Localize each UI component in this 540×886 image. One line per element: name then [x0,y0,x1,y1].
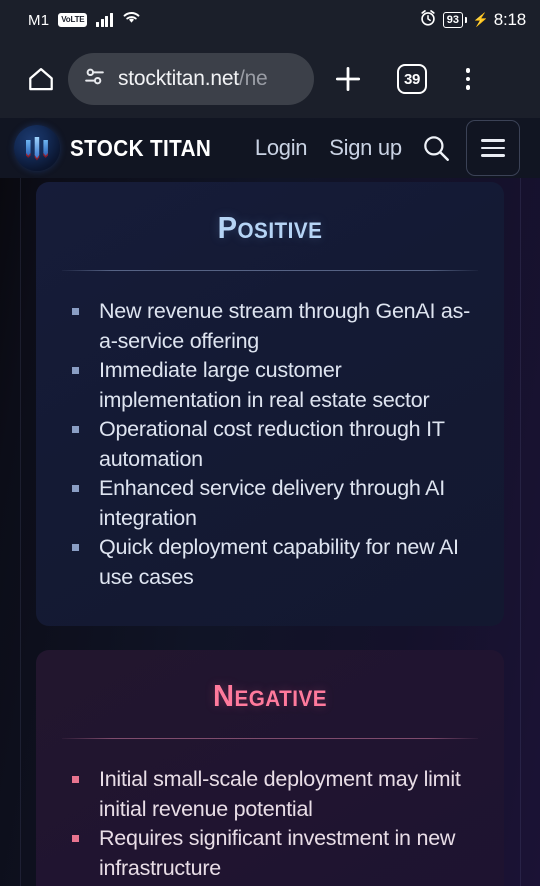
wifi-icon [122,10,141,30]
hamburger-line [480,139,505,142]
status-bar-right: 93 ⚡ 8:18 [419,9,526,32]
negative-card-title: Negative [212,678,328,713]
url-text[interactable]: stocktitan.net/ne [118,67,268,91]
list-item: Operational cost reduction through IT au… [72,415,478,474]
url-bar[interactable]: stocktitan.net/ne [68,53,314,105]
negative-bullet-list: Initial small-scale deployment may limit… [72,765,478,883]
battery-tip [464,17,467,23]
search-button[interactable] [420,132,452,164]
signup-link[interactable]: Sign up [329,135,402,161]
battery-icon: 93 [442,12,467,28]
url-domain: stocktitan.net [118,67,239,90]
tab-switcher-button[interactable]: 39 [382,64,442,94]
negative-card: Negative Initial small-scale deployment … [36,650,504,886]
list-item: Enhanced service delivery through AI int… [72,474,478,533]
hamburger-line [480,154,505,157]
list-item: Initial small-scale deployment may limit… [72,765,478,824]
tab-count-badge[interactable]: 39 [397,64,427,94]
carrier-label: M1 [28,11,50,29]
site-header: STOCK TITAN Login Sign up [0,118,540,178]
nav-links: Login Sign up [255,135,402,161]
brand-name[interactable]: STOCK TITAN [70,135,211,162]
status-bar-left: M1 VoLTE [28,10,141,30]
signal-strength-icon [96,13,113,27]
list-item: Quick deployment capability for new AI u… [72,533,478,592]
login-link[interactable]: Login [255,135,308,161]
list-item: Requires significant investment in new i… [72,824,478,883]
page-content: Positive New revenue stream through GenA… [0,178,540,886]
positive-card: Positive New revenue stream through GenA… [36,182,504,626]
positive-divider [62,270,478,271]
negative-divider [62,738,478,739]
list-item: New revenue stream through GenAI as-a-se… [72,297,478,356]
list-item: Immediate large customer implementation … [72,356,478,415]
stock-titan-logo-icon [14,125,60,171]
alarm-icon [419,9,437,32]
site-settings-icon[interactable] [82,64,107,94]
overflow-menu-icon[interactable] [465,68,471,90]
status-bar: M1 VoLTE 93 ⚡ 8:18 [0,0,540,40]
charging-bolt-icon: ⚡ [472,12,489,27]
home-button[interactable] [14,64,68,94]
new-tab-button[interactable] [314,63,382,95]
hamburger-line [480,146,505,150]
volte-badge: VoLTE [58,13,88,27]
positive-card-title: Positive [217,210,323,245]
browser-menu-button[interactable] [442,68,494,90]
browser-toolbar: stocktitan.net/ne 39 [0,40,540,118]
clock-time: 8:18 [493,10,526,29]
positive-bullet-list: New revenue stream through GenAI as-a-se… [72,297,478,592]
url-path: /ne [238,67,268,90]
brand-logo[interactable]: STOCK TITAN [14,125,227,171]
menu-button[interactable] [465,120,520,176]
battery-percent: 93 [442,12,464,28]
